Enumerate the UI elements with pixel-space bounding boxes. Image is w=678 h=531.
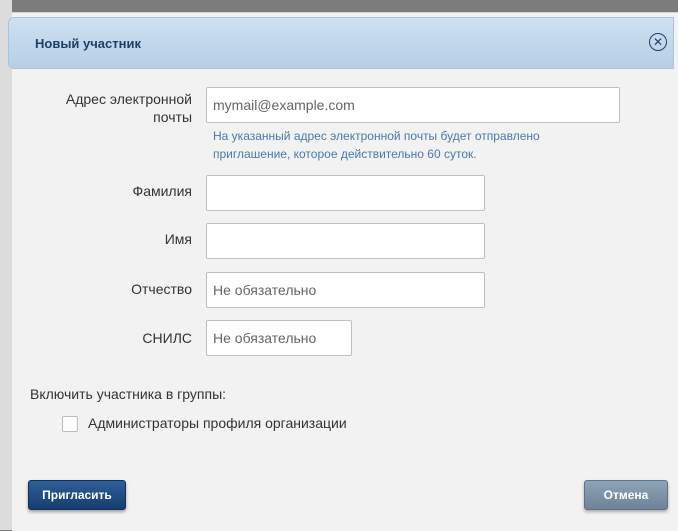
- snils-label: СНИЛС: [142, 330, 192, 346]
- email-hint: На указанный адрес электронной почты буд…: [213, 129, 540, 161]
- email-label: Адрес электронной почты: [65, 91, 192, 125]
- admin-group-checkbox[interactable]: [62, 416, 78, 432]
- invite-button[interactable]: Пригласить: [28, 480, 126, 510]
- snils-field[interactable]: [206, 320, 352, 356]
- first-name-field[interactable]: [206, 223, 485, 259]
- middle-name-field[interactable]: [206, 272, 485, 308]
- close-icon[interactable]: ✕: [649, 33, 667, 51]
- last-name-label: Фамилия: [132, 183, 192, 199]
- last-name-field[interactable]: [206, 175, 485, 211]
- background-page: [0, 0, 12, 530]
- dialog-title: Новый участник: [35, 36, 141, 51]
- dialog-header: Новый участник ✕: [8, 17, 674, 69]
- admin-group-label[interactable]: Администраторы профиля организации: [88, 415, 347, 431]
- groups-label: Включить участника в группы:: [30, 386, 227, 402]
- middle-name-label: Отчество: [131, 281, 192, 297]
- cancel-button[interactable]: Отмена: [584, 480, 668, 510]
- email-field[interactable]: [206, 87, 620, 123]
- first-name-label: Имя: [164, 231, 192, 247]
